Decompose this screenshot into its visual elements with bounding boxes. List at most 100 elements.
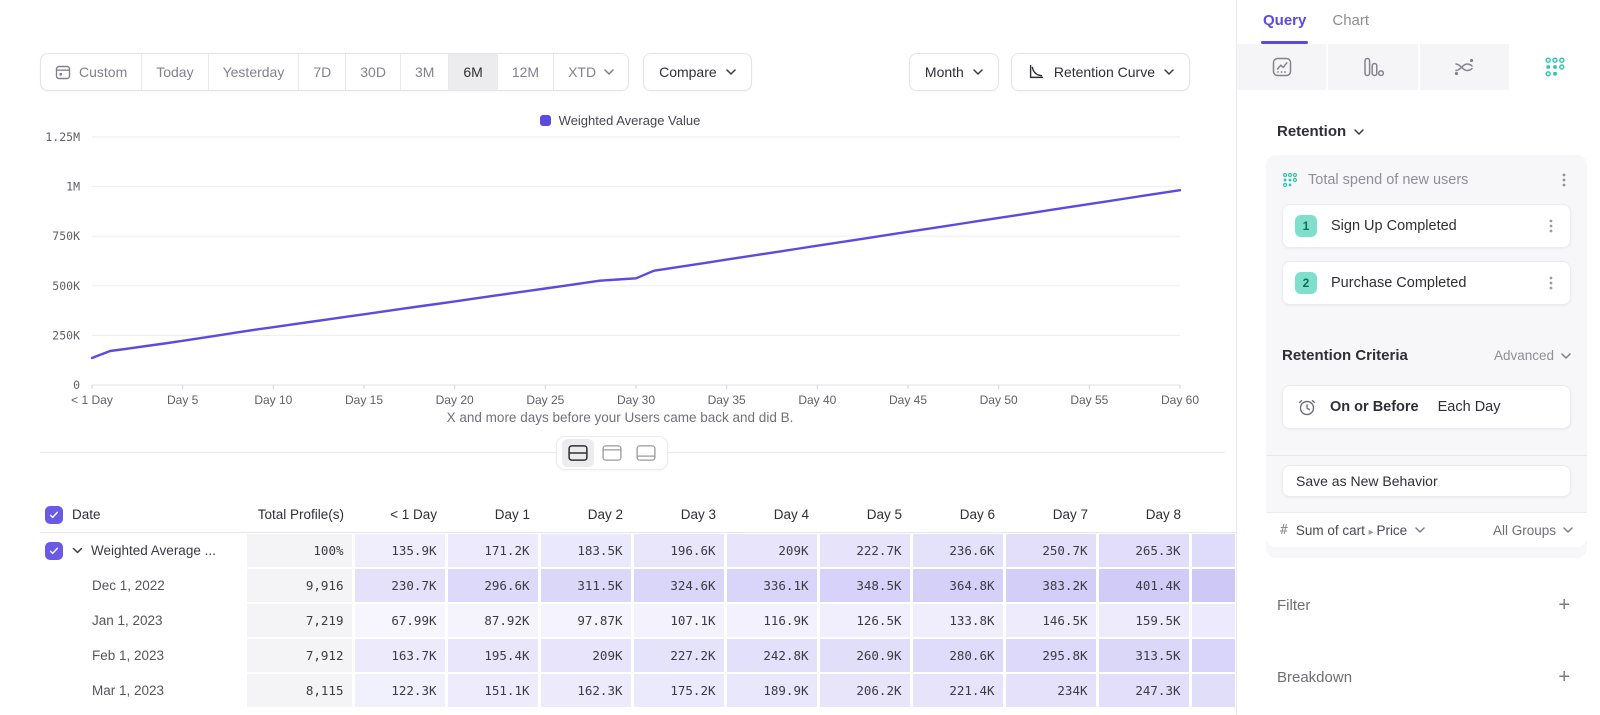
retention-value-cell-clipped (1190, 638, 1236, 673)
retention-value-cell: 383.2K (1004, 568, 1097, 603)
tab-funnels[interactable] (1328, 44, 1419, 90)
table-row[interactable]: Dec 1, 20229,916230.7K296.6K311.5K324.6K… (40, 568, 1236, 603)
svg-text:1M: 1M (66, 180, 80, 194)
column-header: Total Profile(s) (245, 507, 353, 522)
range-6m[interactable]: 6M (449, 54, 497, 90)
retention-value-cell: 206.2K (818, 673, 911, 708)
retention-value-cell: 296.6K (446, 568, 539, 603)
column-header: Day 5 (818, 507, 911, 522)
table-row[interactable]: Mar 1, 20238,115122.3K151.1K162.3K175.2K… (40, 673, 1236, 708)
retention-value-cell: 196.6K (632, 533, 725, 568)
svg-text:Day 20: Day 20 (436, 393, 474, 407)
row-checkbox[interactable] (45, 542, 63, 560)
range-12m[interactable]: 12M (498, 54, 554, 90)
retention-value-cell-clipped (1190, 568, 1236, 603)
tab-insights[interactable] (1237, 44, 1328, 90)
retention-condition[interactable]: On or Before Each Day (1282, 385, 1571, 429)
retention-value-cell: 133.8K (911, 603, 1004, 638)
chevron-down-icon (726, 69, 736, 75)
tab-query[interactable]: Query (1263, 12, 1306, 44)
condition-value: Each Day (1438, 399, 1501, 415)
retention-value-cell: 175.2K (632, 673, 725, 708)
expand-chevron-icon[interactable] (72, 547, 83, 554)
column-header: Day 2 (539, 507, 632, 522)
measurement-dropdown[interactable]: Sum of cart ▸ Price (1296, 523, 1407, 538)
tab-flows[interactable] (1420, 44, 1511, 90)
retention-value-cell: 159.5K (1097, 603, 1190, 638)
table-row[interactable]: Jan 1, 20237,21967.99K87.92K97.87K107.1K… (40, 603, 1236, 638)
retention-value-cell: 234K (1004, 673, 1097, 708)
retention-value-cell: 260.9K (818, 638, 911, 673)
retention-curve-icon (1027, 63, 1045, 81)
range-custom[interactable]: Custom (41, 54, 142, 90)
tab-retention[interactable] (1511, 44, 1600, 90)
svg-text:Day 5: Day 5 (167, 393, 199, 407)
advanced-dropdown[interactable]: Advanced (1494, 348, 1571, 363)
step-index-badge: 1 (1295, 215, 1317, 237)
funnels-icon (1362, 56, 1384, 78)
add-breakdown-button[interactable]: + (1558, 667, 1570, 687)
range-7d[interactable]: 7D (299, 54, 346, 90)
advanced-label: Advanced (1494, 348, 1554, 363)
kebab-menu-icon[interactable] (1544, 218, 1558, 234)
chart-type-button[interactable]: Retention Curve (1011, 53, 1190, 91)
retention-value-cell: 348.5K (818, 568, 911, 603)
flows-icon (1453, 56, 1475, 78)
total-profiles-cell: 7,219 (245, 603, 353, 638)
layout-table-view-button[interactable] (630, 439, 662, 467)
row-label-cell: Mar 1, 2023 (40, 673, 245, 708)
behavior-header: Total spend of new users (1282, 169, 1571, 191)
total-profiles-cell: 9,916 (245, 568, 353, 603)
granularity-button[interactable]: Month (909, 53, 999, 91)
svg-text:Day 15: Day 15 (345, 393, 383, 407)
retention-value-cell-clipped (1190, 533, 1236, 568)
retention-value-cell: 209K (725, 533, 818, 568)
add-filter-button[interactable]: + (1558, 595, 1570, 615)
range-yesterday[interactable]: Yesterday (209, 54, 300, 90)
svg-text:500K: 500K (52, 279, 80, 293)
chevron-down-icon (973, 69, 983, 75)
range-30d[interactable]: 30D (346, 54, 401, 90)
retention-value-cell: 146.5K (1004, 603, 1097, 638)
layout-split-view-button[interactable] (562, 439, 594, 467)
chart-caption: X and more days before your Users came b… (40, 410, 1200, 425)
range-xtd[interactable]: XTD (554, 54, 628, 90)
row-label-cell: Dec 1, 2022 (40, 568, 245, 603)
query-panel: Query Chart Retention Total spend (1236, 0, 1600, 715)
step-label: Purchase Completed (1331, 275, 1530, 291)
retention-value-cell: 189.9K (725, 673, 818, 708)
svg-text:< 1 Day: < 1 Day (71, 393, 113, 407)
range-today[interactable]: Today (142, 54, 208, 90)
kebab-menu-icon[interactable] (1544, 275, 1558, 291)
column-header-date: Date (40, 506, 245, 524)
tab-chart[interactable]: Chart (1332, 12, 1369, 44)
granularity-label: Month (925, 64, 964, 80)
chevron-down-icon (1415, 527, 1425, 533)
behavior-step-2[interactable]: 2 Purchase Completed (1282, 261, 1571, 305)
svg-text:Day 45: Day 45 (889, 393, 927, 407)
table-row[interactable]: Weighted Average ...100%135.9K171.2K183.… (40, 533, 1236, 568)
svg-text:1.25M: 1.25M (45, 130, 80, 144)
table-row[interactable]: Feb 1, 20237,912163.7K195.4K209K227.2K24… (40, 638, 1236, 673)
retention-value-cell: 227.2K (632, 638, 725, 673)
layout-chart-view-button[interactable] (596, 439, 628, 467)
column-header: Day 6 (911, 507, 1004, 522)
retention-value-cell: 195.4K (446, 638, 539, 673)
kebab-menu-icon[interactable] (1557, 172, 1571, 188)
retention-value-cell: 135.9K (353, 533, 446, 568)
retention-value-cell: 163.7K (353, 638, 446, 673)
save-as-new-behavior-button[interactable]: Save as New Behavior (1282, 465, 1571, 497)
range-3m[interactable]: 3M (401, 54, 449, 90)
all-groups-dropdown[interactable]: All Groups (1493, 523, 1573, 538)
compare-button[interactable]: Compare (643, 53, 752, 91)
row-checkbox[interactable] (45, 506, 63, 524)
retention-value-cell: 122.3K (353, 673, 446, 708)
number-property-icon: # (1280, 523, 1288, 538)
svg-text:Day 50: Day 50 (980, 393, 1018, 407)
retention-chart[interactable]: 0250K500K750K1M1.25M< 1 DayDay 5Day 10Da… (40, 108, 1200, 408)
behavior-step-1[interactable]: 1 Sign Up Completed (1282, 204, 1571, 248)
chevron-down-icon (1561, 353, 1571, 359)
section-title: Retention (1277, 123, 1346, 140)
svg-text:Day 25: Day 25 (526, 393, 564, 407)
retention-section-dropdown[interactable]: Retention (1277, 123, 1600, 140)
